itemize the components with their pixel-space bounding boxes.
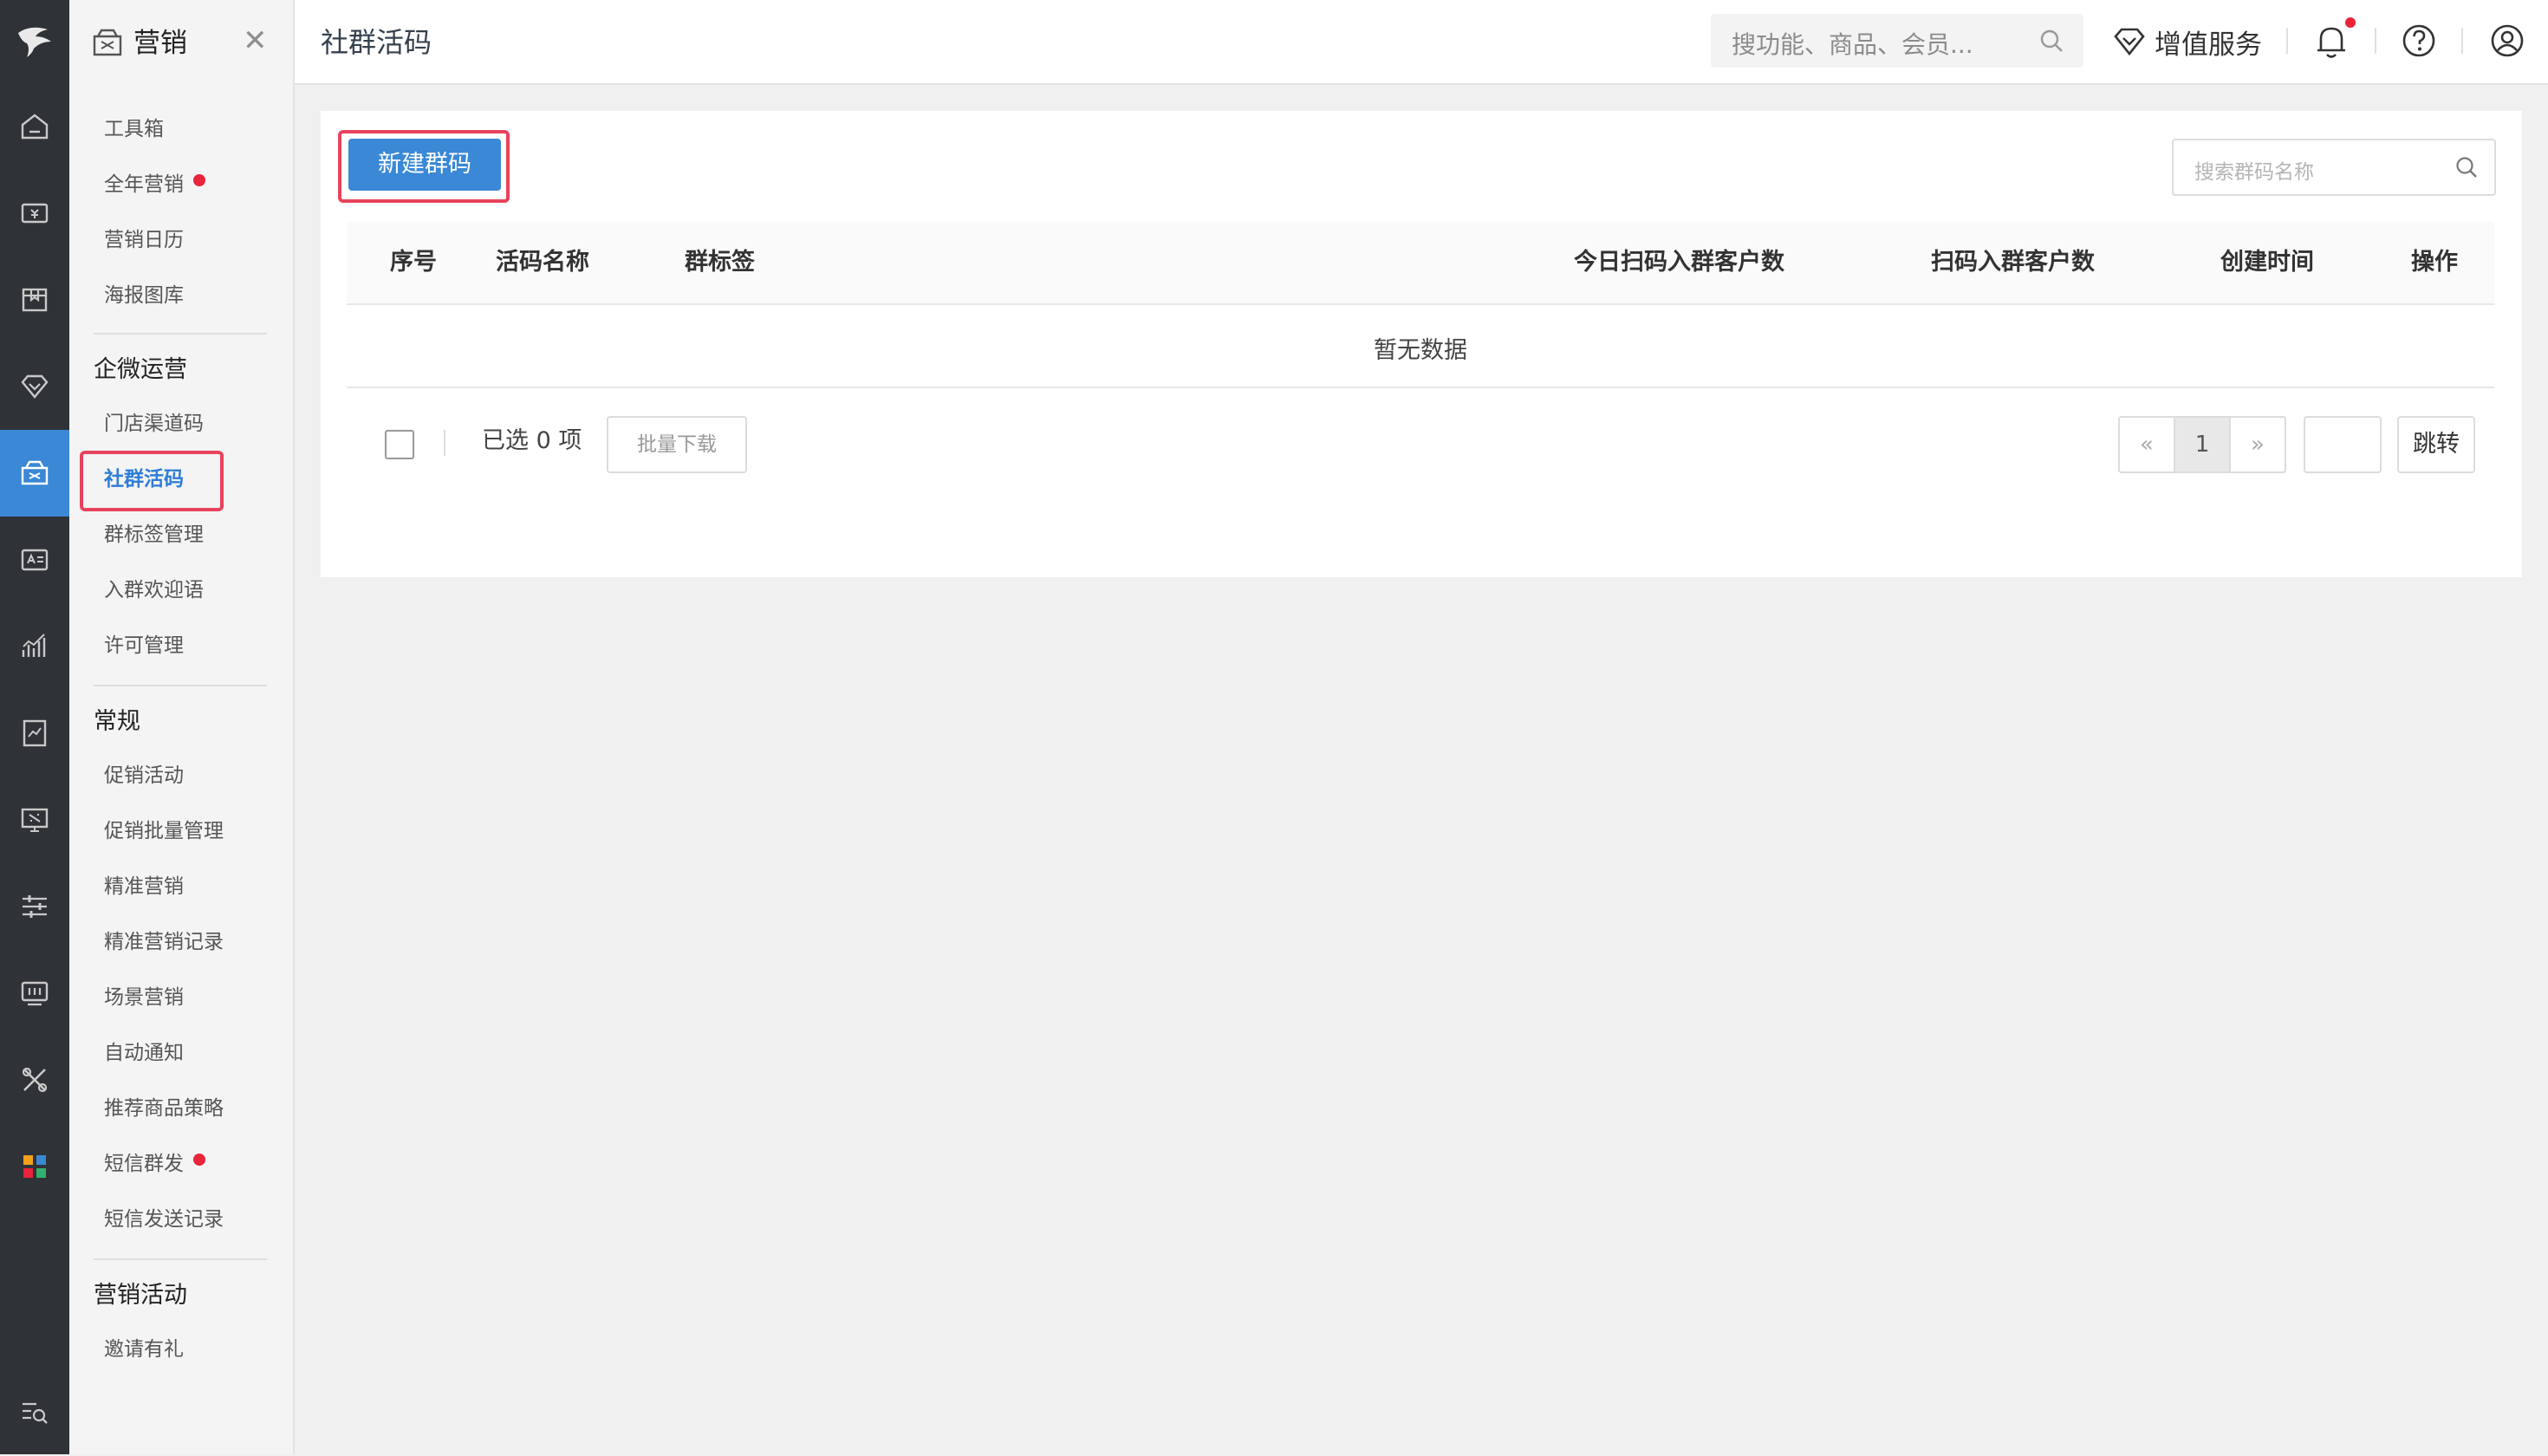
brand-logo-icon[interactable] [0,0,69,83]
nav-item-license-management[interactable]: 许可管理 [104,633,184,659]
group-code-search-placeholder: 搜索群码名称 [2194,161,2314,184]
search-icon[interactable] [2038,28,2064,57]
column-header-created-time: 创建时间 [2220,249,2314,276]
nav-section-wecom: 企微运营 [94,356,187,383]
app-grid-icon[interactable] [0,1123,69,1210]
icon-rail [0,0,69,1454]
column-header-code-name: 活码名称 [496,249,589,276]
nav-item-promotions[interactable]: 促销活动 [104,763,184,789]
table-empty-row: 暂无数据 [347,305,2494,388]
column-header-scan-count: 扫码入群客户数 [1931,249,2095,276]
pagination: « 1 » [2118,416,2286,473]
pager-next-button[interactable]: » [2231,418,2285,471]
nav-section-activity: 营销活动 [94,1282,187,1309]
nav-item-sms-log[interactable]: 短信发送记录 [104,1206,224,1232]
nav-item-annual-marketing[interactable]: 全年营销 [104,172,184,198]
global-search-input[interactable]: 搜功能、商品、会员... [1711,14,2083,68]
pager-page-1[interactable]: 1 [2174,418,2231,471]
nav-item-poster-library[interactable]: 海报图库 [104,283,184,309]
nav-item-invite-gift[interactable]: 邀请有礼 [104,1336,184,1362]
subnav-title: 营销 [133,28,187,59]
menu-search-icon[interactable] [0,1369,69,1456]
column-header-index: 序号 [390,249,437,276]
notification-bell-icon[interactable] [2314,23,2349,62]
new-badge-dot [193,1154,205,1166]
page-jump-button[interactable]: 跳转 [2397,416,2475,473]
nav-item-promotion-batch[interactable]: 促销批量管理 [104,818,224,844]
nav-item-sms-broadcast[interactable]: 短信群发 [104,1151,184,1177]
global-search-placeholder: 搜功能、商品、会员... [1732,30,1973,59]
home-icon[interactable] [0,83,69,170]
marketing-icon[interactable] [0,430,69,517]
header-separator [2461,28,2463,54]
nav-item-scene-marketing[interactable]: 场景营销 [104,985,184,1011]
column-header-today-scan-count: 今日扫码入群客户数 [1574,249,1784,276]
nav-item-recommend-strategy[interactable]: 推荐商品策略 [104,1095,224,1121]
tools-icon[interactable] [0,1037,69,1123]
nav-item-precision-marketing-log[interactable]: 精准营销记录 [104,929,224,955]
nav-item-group-tag-management[interactable]: 群标签管理 [104,522,204,548]
report-icon[interactable] [0,690,69,777]
marketing-module-icon [92,28,123,61]
user-avatar-icon[interactable] [2489,23,2525,62]
new-group-code-button[interactable]: 新建群码 [348,139,501,191]
nav-section-regular: 常规 [94,708,140,735]
nav-item-auto-notify[interactable]: 自动通知 [104,1040,184,1066]
column-header-actions: 操作 [2411,249,2458,276]
member-diamond-icon[interactable] [0,343,69,430]
nav-item-welcome-message[interactable]: 入群欢迎语 [104,577,204,603]
top-header: 社群活码 搜功能、商品、会员... 增值服务 [295,0,2548,85]
select-all-checkbox[interactable] [385,430,414,459]
empty-state-text: 暂无数据 [1374,337,1467,364]
staff-card-icon[interactable] [0,517,69,603]
finance-screen-icon[interactable] [0,777,69,863]
page-jump-input[interactable] [2304,416,2382,473]
settings-sliders-icon[interactable] [0,863,69,950]
page-title: 社群活码 [321,26,432,59]
help-icon[interactable] [2401,23,2437,62]
nav-item-community-live-code[interactable]: 社群活码 [104,466,184,492]
notification-dot [2345,17,2356,28]
nav-item-precision-marketing[interactable]: 精准营销 [104,874,184,900]
group-code-search-input[interactable]: 搜索群码名称 [2172,139,2496,196]
column-header-group-tag: 群标签 [685,249,755,276]
main-content-card: 新建群码 搜索群码名称 序号 活码名称 群标签 今日扫码入群客户数 扫码入群客户… [321,111,2522,577]
nav-item-store-channel-code[interactable]: 门店渠道码 [104,411,204,437]
subnav-header: 营销 ✕ [69,0,293,83]
nav-divider [94,685,267,686]
marketing-subnav: 营销 ✕ 工具箱 全年营销 营销日历 海报图库 企微运营 门店渠道码 社群活码 … [69,0,295,1454]
nav-item-toolbox[interactable]: 工具箱 [104,116,164,142]
batch-download-button[interactable]: 批量下载 [607,416,747,473]
device-icon[interactable] [0,950,69,1037]
new-badge-dot [193,174,205,186]
diamond-icon [2114,28,2145,56]
value-added-services-button[interactable]: 增值服务 [2113,16,2262,68]
analytics-icon[interactable] [0,603,69,690]
selected-count-text: 已选 0 项 [482,427,582,454]
goods-icon[interactable] [0,257,69,343]
pager-prev-button[interactable]: « [2120,418,2174,471]
header-separator [2375,28,2376,54]
table-header: 序号 活码名称 群标签 今日扫码入群客户数 扫码入群客户数 创建时间 操作 [347,222,2494,305]
cashier-icon[interactable] [0,170,69,257]
nav-item-marketing-calendar[interactable]: 营销日历 [104,227,184,253]
footer-separator [444,430,445,456]
nav-divider [94,333,267,335]
nav-divider [94,1258,267,1260]
search-icon[interactable] [2454,155,2479,183]
value-added-services-label: 增值服务 [2155,29,2262,61]
header-separator [2286,28,2288,54]
close-icon[interactable]: ✕ [243,26,268,55]
